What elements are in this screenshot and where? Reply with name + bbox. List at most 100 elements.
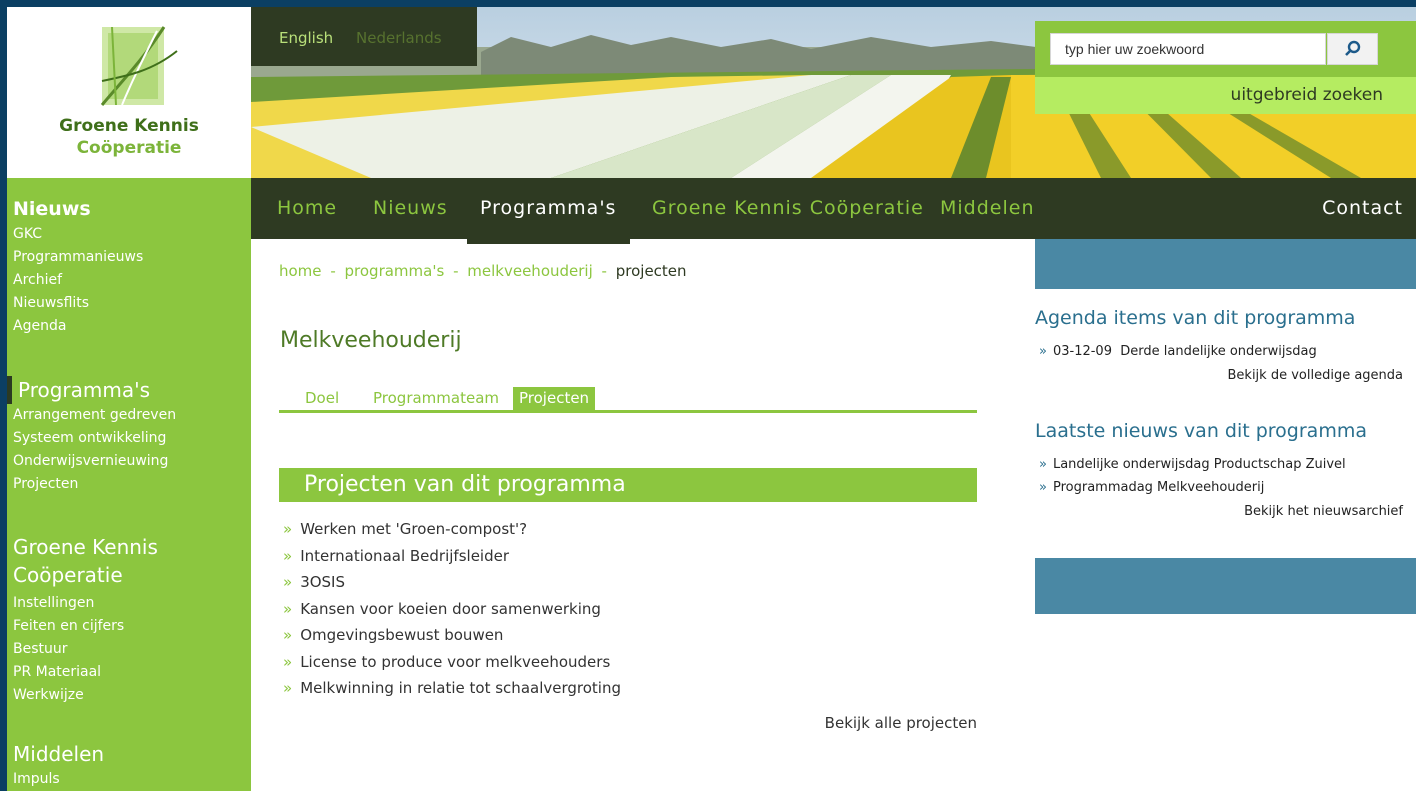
list-item[interactable]: » Internationaal Bedrijfsleider	[279, 543, 977, 570]
bullet-icon: »	[283, 652, 293, 671]
advanced-search-bar: uitgebreid zoeken	[1035, 77, 1416, 114]
sidebar-item-projecten[interactable]: Projecten	[7, 473, 251, 496]
tab-projecten[interactable]: Projecten	[513, 387, 596, 410]
right-column-footer-bar	[1035, 558, 1416, 614]
sidebar-section-nieuws: Nieuws GKC Programmanieuws Archief Nieuw…	[7, 195, 251, 338]
bullet-icon: »	[1039, 457, 1047, 472]
list-item[interactable]: » Melkwinning in relatie tot schaalvergro…	[279, 675, 977, 702]
breadcrumb-home[interactable]: home	[279, 262, 322, 280]
news-title: Laatste nieuws van dit programma	[1035, 420, 1367, 442]
agenda-item-title[interactable]: Derde landelijke onderwijsdag	[1120, 344, 1317, 359]
bullet-icon: »	[1039, 344, 1047, 359]
main-navigation: Home Nieuws Programma's Groene Kennis Co…	[251, 178, 1416, 244]
nav-contact[interactable]: Contact	[1322, 197, 1403, 219]
list-item[interactable]: » License to produce voor melkveehouders	[279, 649, 977, 676]
sidebar-title-gkc-line2[interactable]: Coöperatie	[7, 561, 251, 589]
project-link[interactable]: Omgevingsbewust bouwen	[300, 626, 503, 644]
sidebar-title-middelen[interactable]: Middelen	[7, 740, 251, 768]
agenda-title: Agenda items van dit programma	[1035, 307, 1356, 329]
leaf-logo-icon	[100, 26, 178, 106]
sidebar-item-bestuur[interactable]: Bestuur	[7, 638, 251, 661]
list-item[interactable]: » Omgevingsbewust bouwen	[279, 622, 977, 649]
tab-doel[interactable]: Doel	[299, 387, 345, 410]
project-link[interactable]: Melkwinning in relatie tot schaalvergrot…	[300, 679, 621, 697]
bullet-icon: »	[283, 599, 293, 618]
news-item[interactable]: » Programmadag Melkveehouderij	[1035, 480, 1264, 495]
sidebar-item-werkwijze[interactable]: Werkwijze	[7, 684, 251, 707]
nav-programmas[interactable]: Programma's	[480, 197, 616, 219]
nav-nieuws[interactable]: Nieuws	[373, 197, 448, 219]
bullet-icon: »	[283, 679, 293, 697]
sidebar-item-onderwijsvernieuwing[interactable]: Onderwijsvernieuwing	[7, 450, 251, 473]
sidebar-item-arrangement-gedreven[interactable]: Arrangement gedreven	[7, 404, 251, 427]
sidebar: Nieuws GKC Programmanieuws Archief Nieuw…	[7, 178, 251, 791]
logo-title-line2: Coöperatie	[76, 138, 182, 158]
sidebar-title-nieuws[interactable]: Nieuws	[7, 195, 251, 223]
news-item-title[interactable]: Landelijke onderwijsdag Productschap Zui…	[1053, 457, 1346, 472]
breadcrumb-separator: -	[330, 262, 336, 280]
search-panel: typ hier uw zoekwoord uitgebreid zoeken	[1035, 21, 1416, 114]
language-english-link[interactable]: English	[279, 29, 333, 47]
list-item[interactable]: » Kansen voor koeien door samenwerking	[279, 596, 977, 623]
breadcrumb-current: projecten	[615, 262, 687, 280]
breadcrumb-melkveehouderij[interactable]: melkveehouderij	[467, 262, 592, 280]
tab-programmateam[interactable]: Programmateam	[367, 387, 505, 410]
project-link[interactable]: 3OSIS	[300, 573, 345, 591]
list-item[interactable]: » 3OSIS	[279, 569, 977, 596]
page-title: Melkveehouderij	[280, 328, 462, 353]
sidebar-item-programmanieuws[interactable]: Programmanieuws	[7, 246, 251, 269]
projects-heading-bar: Projecten van dit programma	[279, 468, 977, 502]
sidebar-title-gkc-line1[interactable]: Groene Kennis	[7, 533, 251, 561]
sidebar-item-impuls[interactable]: Impuls	[7, 768, 251, 791]
projects-heading: Projecten van dit programma	[304, 472, 626, 497]
breadcrumb-separator: -	[601, 262, 607, 280]
breadcrumb: home - programma's - melkveehouderij - p…	[279, 262, 687, 280]
project-link[interactable]: Internationaal Bedrijfsleider	[300, 547, 509, 565]
language-dutch-link[interactable]: Nederlands	[356, 29, 442, 47]
search-icon	[1345, 40, 1361, 56]
sidebar-section-programmas: Programma's Arrangement gedreven Systeem…	[7, 376, 251, 496]
program-tabs: Doel Programmateam Projecten	[279, 387, 977, 413]
breadcrumb-programmas[interactable]: programma's	[345, 262, 445, 280]
sidebar-item-feiten-en-cijfers[interactable]: Feiten en cijfers	[7, 615, 251, 638]
logo-title-line1: Groene Kennis	[59, 116, 199, 136]
advanced-search-link[interactable]: uitgebreid zoeken	[1231, 85, 1383, 105]
news-item[interactable]: » Landelijke onderwijsdag Productschap Zu…	[1035, 457, 1346, 472]
sidebar-item-nieuwsflits[interactable]: Nieuwsflits	[7, 292, 251, 315]
bullet-icon: »	[283, 573, 293, 591]
sidebar-item-gkc[interactable]: GKC	[7, 223, 251, 246]
sidebar-title-programmas[interactable]: Programma's	[7, 376, 251, 404]
sidebar-item-archief[interactable]: Archief	[7, 269, 251, 292]
bullet-icon: »	[283, 546, 293, 565]
bullet-icon: »	[283, 626, 293, 644]
sidebar-item-systeem-ontwikkeling[interactable]: Systeem ontwikkeling	[7, 427, 251, 450]
sidebar-item-instellingen[interactable]: Instellingen	[7, 592, 251, 615]
nav-home[interactable]: Home	[277, 197, 337, 219]
language-bar: English Nederlands	[251, 7, 477, 66]
nav-groene-kennis-cooperatie[interactable]: Groene Kennis Coöperatie	[652, 197, 924, 219]
right-column-header-bar	[1035, 239, 1416, 289]
agenda-item[interactable]: » 03-12-09 Derde landelijke onderwijsdag	[1035, 344, 1317, 359]
sidebar-section-middelen: Middelen Impuls	[7, 740, 251, 791]
bullet-icon: »	[283, 520, 293, 538]
all-projects-link[interactable]: Bekijk alle projecten	[825, 714, 977, 732]
sidebar-section-gkc: Groene Kennis Coöperatie Instellingen Fe…	[7, 533, 251, 707]
sidebar-item-agenda[interactable]: Agenda	[7, 315, 251, 338]
agenda-date: 03-12-09	[1052, 344, 1112, 359]
news-item-title[interactable]: Programmadag Melkveehouderij	[1053, 480, 1264, 495]
project-link[interactable]: License to produce voor melkveehouders	[300, 653, 610, 671]
bullet-icon: »	[1039, 480, 1047, 495]
breadcrumb-separator: -	[453, 262, 459, 280]
sidebar-item-pr-materiaal[interactable]: PR Materiaal	[7, 661, 251, 684]
search-button[interactable]	[1327, 33, 1378, 65]
project-link[interactable]: Werken met 'Groen-compost'?	[300, 520, 527, 538]
project-link[interactable]: Kansen voor koeien door samenwerking	[300, 600, 601, 618]
nav-middelen[interactable]: Middelen	[940, 197, 1035, 219]
logo[interactable]: Groene Kennis Coöperatie	[7, 7, 251, 178]
news-archive-link[interactable]: Bekijk het nieuwsarchief	[1244, 504, 1403, 519]
page-frame: Groene Kennis Coöperatie English Nederla…	[7, 7, 1416, 791]
projects-list: » Werken met 'Groen-compost'? » Internatio…	[279, 516, 977, 702]
list-item[interactable]: » Werken met 'Groen-compost'?	[279, 516, 977, 543]
agenda-full-link[interactable]: Bekijk de volledige agenda	[1228, 368, 1404, 383]
search-input[interactable]: typ hier uw zoekwoord	[1050, 33, 1326, 65]
